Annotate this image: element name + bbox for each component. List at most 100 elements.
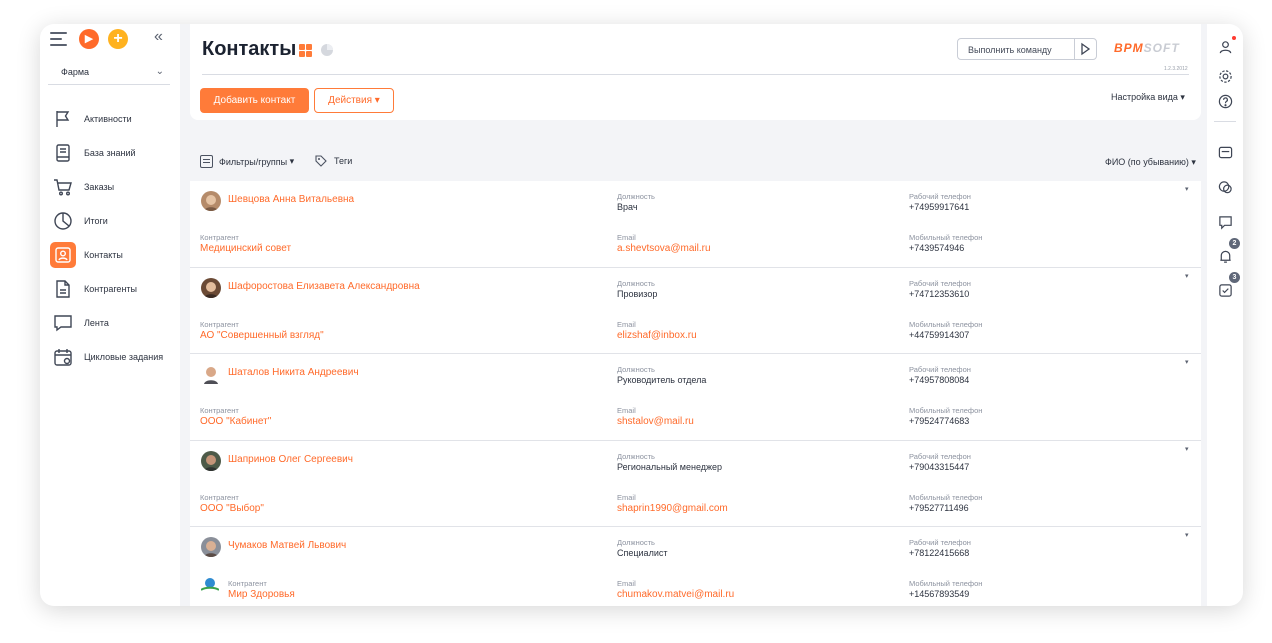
avatar: [201, 537, 221, 557]
book-icon: [50, 140, 76, 166]
expand-icon[interactable]: ▾: [1185, 531, 1189, 539]
account-caption: Контрагент: [228, 579, 267, 588]
mobile-phone-caption: Мобильный телефон: [909, 492, 983, 502]
work-phone-value: +74957808084: [909, 375, 970, 385]
contact-name-link[interactable]: Шафоростова Елизавета Александровна: [228, 281, 420, 292]
expand-icon[interactable]: ▾: [1185, 445, 1189, 453]
sort-select[interactable]: ФИО (по убыванию) ▾: [1105, 157, 1196, 168]
command-input[interactable]: Выполнить команду: [957, 38, 1097, 60]
sidebar-item-contacts[interactable]: Контакты: [48, 238, 174, 272]
account-link[interactable]: Мир Здоровья: [228, 589, 295, 600]
position-value: Врач: [617, 202, 638, 212]
work-phone-value: +74712353610: [909, 288, 970, 299]
divider: [1214, 121, 1236, 122]
app-window: ▶ + « Фарма ⌄ Активности База знаний Зак…: [40, 24, 1243, 606]
work-phone-caption: Рабочий телефон: [909, 278, 971, 288]
plus-icon[interactable]: +: [108, 29, 128, 49]
account-link[interactable]: ООО "Кабинет": [200, 416, 271, 427]
feed-icon[interactable]: [1215, 212, 1235, 232]
expand-icon[interactable]: ▾: [1185, 185, 1189, 193]
work-phone-caption: Рабочий телефон: [909, 451, 971, 461]
sidebar-item-label: База знаний: [84, 148, 136, 158]
profile-alert-dot: [1232, 36, 1236, 40]
account-logo-icon: [201, 577, 219, 591]
position-value: Руководитель отдела: [617, 375, 707, 385]
mobile-phone-value: +14567893549: [909, 589, 970, 599]
sidebar-item-knowledge-base[interactable]: База знаний: [48, 136, 174, 170]
tags-button[interactable]: Теги: [315, 155, 352, 167]
work-phone-value: +74959917641: [909, 202, 970, 212]
account-link[interactable]: Медицинский совет: [200, 243, 291, 254]
position-value: Провизор: [617, 288, 658, 299]
account-caption: Контрагент: [200, 233, 239, 242]
gear-icon[interactable]: [1215, 66, 1235, 86]
sidebar-item-label: Итоги: [84, 216, 108, 226]
mobile-phone-caption: Мобильный телефон: [909, 233, 983, 242]
email-link[interactable]: chumakov.matvei@mail.ru: [617, 589, 734, 600]
mobile-phone-value: +79524774683: [909, 416, 970, 426]
actions-button[interactable]: Действия ▾: [314, 88, 394, 113]
tasks-icon[interactable]: [1215, 280, 1235, 300]
mobile-phone-caption: Мобильный телефон: [909, 579, 983, 588]
collapse-icon[interactable]: «: [154, 28, 163, 46]
version-label: 1.2.3.2012: [1164, 66, 1188, 72]
add-contact-button[interactable]: Добавить контакт: [200, 88, 309, 113]
command-placeholder: Выполнить команду: [968, 45, 1052, 55]
tasks-badge: 3: [1229, 272, 1240, 283]
list-item[interactable]: Шевцова Анна Витальевна Должность Врач Р…: [190, 181, 1201, 268]
mobile-phone-caption: Мобильный телефон: [909, 319, 983, 329]
account-caption: Контрагент: [200, 406, 239, 415]
contact-name-link[interactable]: Шаталов Никита Андреевич: [228, 367, 359, 378]
account-link[interactable]: ООО "Выбор": [200, 503, 264, 514]
email-caption: Email: [617, 319, 636, 329]
bell-icon[interactable]: [1215, 246, 1235, 266]
sidebar-item-cycle-tasks[interactable]: Цикловые задания: [48, 340, 174, 374]
chats-icon[interactable]: [1215, 177, 1235, 197]
contact-name-link[interactable]: Чумаков Матвей Львович: [228, 540, 346, 551]
sidebar-menu: Активности База знаний Заказы Итоги Конт…: [48, 102, 174, 374]
sidebar-item-accounts[interactable]: Контрагенты: [48, 272, 174, 306]
position-value: Региональный менеджер: [617, 461, 723, 472]
list-item[interactable]: Чумаков Матвей Львович Должность Специал…: [190, 527, 1201, 606]
account-link[interactable]: АО "Совершенный взгляд": [200, 330, 324, 341]
email-link[interactable]: shaprin1990@gmail.com: [617, 503, 728, 514]
avatar: [201, 191, 221, 211]
sidebar-item-orders[interactable]: Заказы: [48, 170, 174, 204]
email-caption: Email: [617, 579, 636, 588]
position-value: Специалист: [617, 548, 668, 558]
mail-icon[interactable]: [1215, 142, 1235, 162]
play-icon[interactable]: ▶: [79, 29, 99, 49]
filters-label: Фильтры/группы: [219, 156, 288, 167]
position-caption: Должность: [617, 365, 655, 374]
list-item[interactable]: Шафоростова Елизавета Александровна Долж…: [190, 267, 1201, 354]
sidebar-item-label: Контакты: [84, 250, 123, 260]
workspace-select[interactable]: Фарма ⌄: [48, 61, 170, 85]
sidebar-item-activities[interactable]: Активности: [48, 102, 174, 136]
contact-name-link[interactable]: Шевцова Анна Витальевна: [228, 194, 354, 205]
mobile-phone-value: +44759914307: [909, 329, 970, 340]
tiles-view-icon[interactable]: [299, 44, 312, 57]
list-item[interactable]: Шапринов Олег Сергеевич Должность Регион…: [190, 440, 1201, 527]
work-phone-caption: Рабочий телефон: [909, 365, 971, 374]
sidebar-item-feed[interactable]: Лента: [48, 306, 174, 340]
sidebar-item-label: Заказы: [84, 182, 115, 192]
view-settings-button[interactable]: Настройка вида ▾: [1111, 92, 1185, 103]
sidebar-item-results[interactable]: Итоги: [48, 204, 174, 238]
list-item[interactable]: Шаталов Никита Андреевич Должность Руков…: [190, 354, 1201, 441]
email-link[interactable]: a.shevtsova@mail.ru: [617, 243, 711, 254]
run-command-icon[interactable]: [1074, 39, 1096, 59]
work-phone-caption: Рабочий телефон: [909, 192, 971, 201]
sidebar-top: ▶ + «: [48, 28, 172, 54]
expand-icon[interactable]: ▾: [1185, 272, 1189, 280]
contact-name-link[interactable]: Шапринов Олег Сергеевич: [228, 454, 353, 465]
email-link[interactable]: shstalov@mail.ru: [617, 416, 694, 427]
expand-icon[interactable]: ▾: [1185, 358, 1189, 366]
analytics-view-icon[interactable]: [320, 43, 334, 57]
help-icon[interactable]: [1215, 91, 1235, 111]
email-link[interactable]: elizshaf@inbox.ru: [617, 330, 697, 341]
work-phone-caption: Рабочий телефон: [909, 538, 971, 547]
menu-icon[interactable]: [50, 32, 67, 46]
mobile-phone-value: +7439574946: [909, 243, 965, 253]
sidebar-item-label: Лента: [84, 318, 109, 328]
filters-button[interactable]: Фильтры/группы ▾: [200, 155, 294, 168]
